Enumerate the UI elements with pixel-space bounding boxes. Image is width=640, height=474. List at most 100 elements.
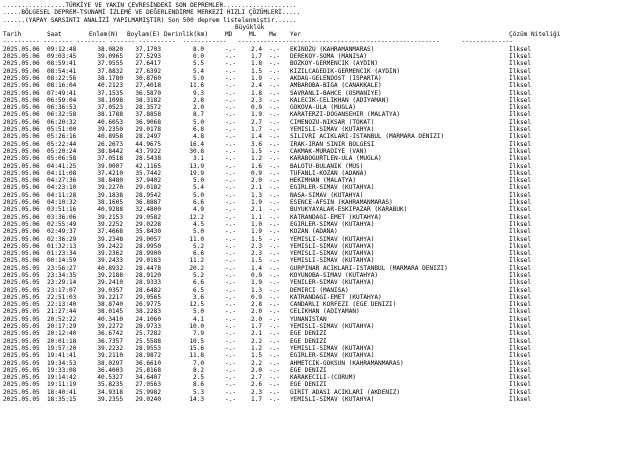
row-latitude: 39.0357 [97,286,123,294]
row-quality: İlksel [509,381,532,389]
row-mw: -.- [269,191,281,199]
row-quality: İlksel [509,60,532,68]
row-date: 2025.05.05 [3,264,40,272]
row-location: KARABOGURTLEN-ULA (MUGLA) [290,155,382,163]
row-mw: -.- [269,381,281,389]
row-md: -.- [225,228,237,236]
col-lat: Enlem(N) [89,31,119,39]
row-quality: İlksel [509,140,532,148]
row-latitude: 34.9318 [97,388,123,396]
row-date: 2025.05.06 [3,235,40,243]
table-row: 2025.05.05 19:41:41 39.2110 28.9872 11.8 -.- 1… [3,352,640,359]
row-location: DEMIRCI (MANISA) [290,286,349,294]
row-md: -.- [225,374,237,382]
row-ml: 1.5 [250,352,262,360]
row-depth: 10.0 [189,323,204,331]
row-latitude: 35.8235 [97,381,123,389]
row-mw: -.- [269,264,281,272]
row-date: 2025.05.05 [3,337,40,345]
row-depth: 12.5 [189,301,204,309]
row-depth: 6.8 [192,126,204,134]
row-location: AMBAROBA-BIGA (CANAKKALE) [290,82,382,90]
table-row: 2025.05.05 20:12:40 36.6742 25.7282 7.9 -.- 2.… [3,330,640,337]
row-longitude: 29.0240 [135,396,161,404]
row-longitude: 27.0563 [135,381,161,389]
row-md: -.- [225,162,237,170]
row-time: 19:34:53 [47,359,77,367]
row-latitude: 39.2232 [97,344,123,352]
col-mw: Mw [269,31,277,39]
row-depth: 4.8 [192,133,204,141]
row-latitude: 38.0297 [97,359,123,367]
row-quality: İlksel [509,337,532,345]
row-location: EGE DENIZI [290,366,327,374]
row-ml: 2.8 [250,301,262,309]
row-time: 08:54:41 [47,67,77,75]
table-row: 2025.05.06 04:11:08 37.4210 35.7442 19.9 -.- 0… [3,170,640,177]
row-latitude: 38.1098 [97,96,123,104]
row-md: -.- [225,220,237,228]
table-row: 2025.05.05 19:11:19 35.8235 27.0563 8.6 -.- 2.… [3,381,640,388]
row-location: HEKIMHAN (MALATYA) [290,177,357,185]
row-mw: -.- [269,315,281,323]
row-location: BALOTU-BULANIK (MUS) [290,162,364,170]
row-longitude: 34.6407 [135,374,161,382]
row-depth: 8.6 [192,381,204,389]
row-quality: İlksel [509,235,532,243]
row-md: -.- [225,104,237,112]
row-quality: İlksel [509,352,532,360]
row-mw: -.- [269,323,281,331]
row-date: 2025.05.06 [3,206,40,214]
row-ml: 2.3 [250,250,262,258]
row-date: 2025.05.05 [3,301,40,309]
col-ml: ML [249,31,257,39]
row-longitude: 25.5588 [135,337,161,345]
row-ml: 2.0 [250,315,262,323]
row-latitude: 39.2188 [97,271,123,279]
row-location: KATRANDAGI-EMET (KUTAHYA) [290,213,382,221]
row-longitude: 28.9542 [135,191,161,199]
row-mw: -.- [269,396,281,404]
table-row: 2025.05.06 01:23:34 39.2362 28.9900 6.6 -.- 2.… [3,250,640,257]
row-longitude: 28.9900 [135,250,161,258]
row-date: 2025.05.06 [3,184,40,192]
row-location: BOZKOY-GERMENCIK (AYDIN) [290,60,379,68]
row-latitude: 39.2433 [97,257,123,265]
row-ml: 1.6 [250,162,262,170]
row-latitude: 37.0518 [97,155,123,163]
row-time: 19:41:41 [47,352,77,360]
row-latitude: 40.9288 [97,206,123,214]
row-latitude: 39.2153 [97,213,123,221]
row-depth: 6.6 [192,279,204,287]
row-ml: 2.4 [250,45,262,53]
row-md: -.- [225,352,237,360]
row-mw: -.- [269,133,281,141]
row-latitude: 40.5327 [97,374,123,382]
row-time: 06:32:58 [47,111,77,119]
row-depth: 5.2 [192,271,204,279]
row-md: -.- [225,242,237,250]
row-md: -.- [225,264,237,272]
row-mw: -.- [269,257,281,265]
row-latitude: 39.2350 [97,126,123,134]
table-row: 2025.05.06 06:20:32 40.6053 36.9068 5.0 -.- 2.… [3,119,640,126]
column-header-row: Tarih Saat Enlem(N) Boylam(E) Derinlik(k… [3,31,640,38]
row-mw: -.- [269,286,281,294]
col-location: Yer [290,31,302,39]
row-ml: 1.8 [250,60,262,68]
row-quality: İlksel [509,388,532,396]
row-time: 05:22:44 [47,140,77,148]
row-date: 2025.05.05 [3,381,40,389]
row-mw: -.- [269,111,281,119]
table-row: 2025.05.06 02:55:49 39.2252 29.0228 4.5 -.- 1.… [3,221,640,228]
row-ml: 2.1 [250,184,262,192]
row-time: 23:34:35 [47,271,77,279]
row-ml: 2.3 [250,388,262,396]
row-location: YEMISLI-SIMAV (KUTAHYA) [290,396,375,404]
row-time: 18:40:41 [47,388,77,396]
row-quality: İlksel [509,308,532,316]
row-location: CANDARLI KORFEZI (EGE DENIZI) [290,301,397,309]
row-quality: İlksel [509,242,532,250]
table-row: 2025.05.06 04:27:36 38.8480 37.9402 5.0 -.- 2.… [3,177,640,184]
row-md: -.- [225,301,237,309]
